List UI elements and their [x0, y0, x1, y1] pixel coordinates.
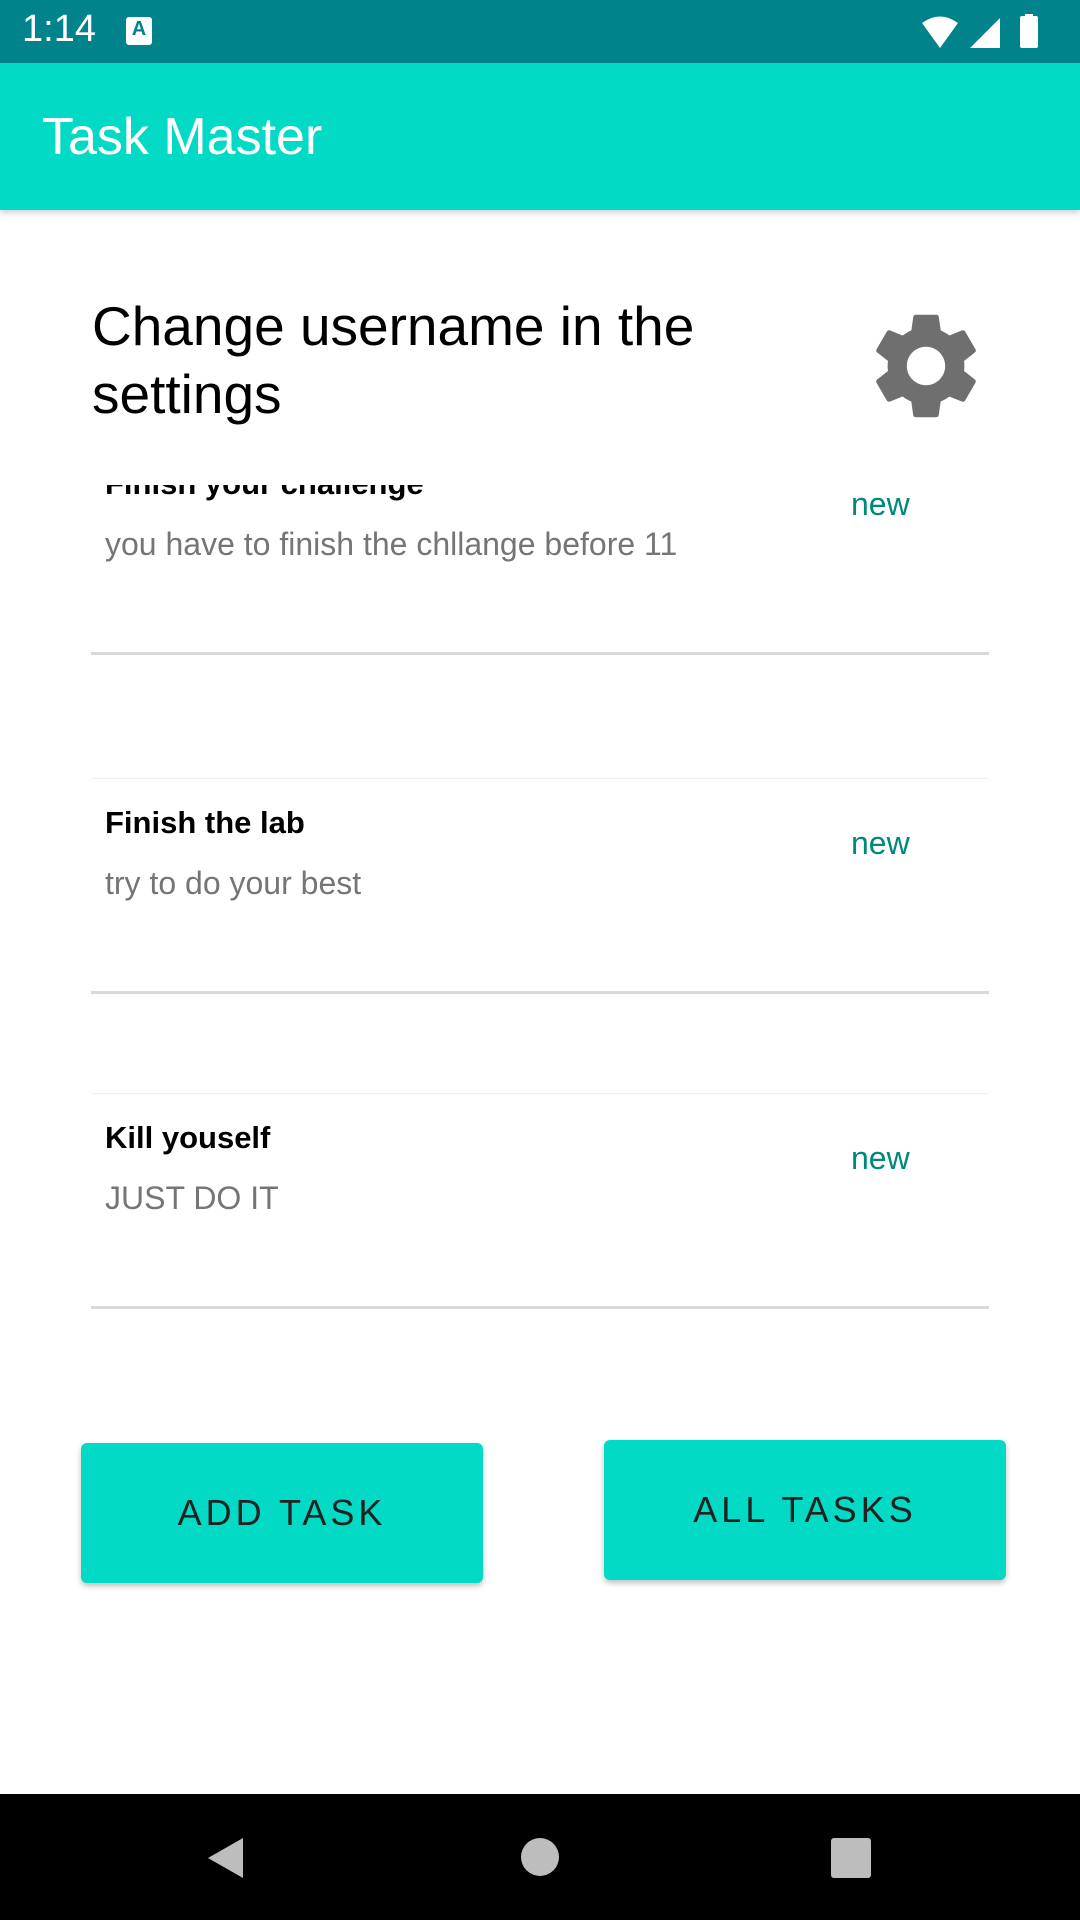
gear-icon[interactable] — [862, 302, 990, 430]
status-icons — [922, 14, 1038, 48]
home-icon — [521, 1838, 559, 1876]
app-title: Task Master — [42, 108, 323, 166]
wifi-icon — [922, 16, 958, 48]
all-tasks-button[interactable]: ALL TASKS — [604, 1440, 1006, 1580]
task-title: Finish your challenge — [105, 485, 424, 502]
task-state: new — [851, 1140, 910, 1176]
task-description: try to do your best — [105, 865, 362, 901]
task-title: Finish the lab — [105, 805, 305, 840]
status-time: 1:14 — [22, 8, 96, 50]
task-title: Kill youself — [105, 1120, 271, 1155]
back-icon — [208, 1838, 243, 1878]
signal-icon — [970, 18, 1000, 48]
username-heading: Change username in the settings — [92, 295, 695, 425]
status-bar: 1:14 A — [0, 0, 1080, 63]
task-card[interactable]: Kill youself JUST DO IT new — [91, 1093, 989, 1309]
app-bar: Task Master — [0, 63, 1080, 210]
task-state: new — [851, 486, 910, 522]
a-notification-icon: A — [126, 17, 152, 45]
add-task-button[interactable]: ADD TASK — [81, 1443, 483, 1583]
recents-icon — [831, 1838, 871, 1878]
task-list[interactable]: Finish your challenge you have to finish… — [0, 485, 1080, 1345]
task-description: you have to finish the chllange before 1… — [105, 526, 678, 562]
navigation-bar — [0, 1794, 1080, 1920]
task-card[interactable]: Finish your challenge you have to finish… — [91, 485, 989, 655]
task-state: new — [851, 825, 910, 861]
task-card[interactable]: Finish the lab try to do your best new — [91, 778, 989, 994]
task-description: JUST DO IT — [105, 1180, 279, 1216]
battery-icon — [1020, 16, 1038, 48]
